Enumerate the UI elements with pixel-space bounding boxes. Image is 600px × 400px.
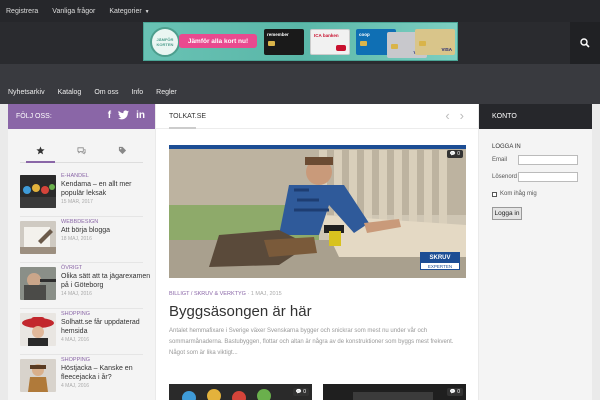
follow-bar: FÖLJ OSS: f in — [8, 104, 155, 129]
post-date: 14 MAJ, 2016 — [61, 291, 92, 297]
account-header: KONTO — [479, 104, 592, 129]
skruvexperten-logo: SKRUV EXPERTEN — [420, 252, 460, 270]
post-thumbnail[interactable] — [20, 175, 56, 208]
post-date: 4 MAJ, 2016 — [61, 337, 90, 343]
tab-comments[interactable] — [61, 139, 102, 162]
nav-item-om-oss[interactable]: Om oss — [94, 89, 118, 96]
list-item[interactable]: SHOPPING Solhatt.se får uppdaterad hemsi… — [20, 309, 143, 355]
chevron-down-icon: ▼ — [144, 8, 150, 15]
search-button[interactable] — [570, 22, 600, 64]
card-visa-gold: VISA — [415, 29, 455, 55]
site-header: JÄMFÖR KORTEN Jämför alla kort nu! remem… — [0, 22, 600, 64]
remember-label: Kom ihåg mig — [500, 191, 537, 197]
post-category[interactable]: SHOPPING — [61, 311, 153, 318]
post-title[interactable]: Solhatt.se får uppdaterad hemsida — [61, 318, 153, 336]
featured-meta: BILLIGT / SKRUV & VERKTYG · 1 MAJ, 2015 — [169, 291, 282, 297]
post-category[interactable]: E-HANDEL — [61, 173, 153, 180]
more-post-image[interactable]: 💬 0 — [323, 384, 466, 400]
list-item[interactable]: WEBBDESIGN Att börja blogga 18 MAJ, 2016 — [20, 217, 143, 263]
post-date: 4 MAJ, 2016 — [61, 383, 90, 389]
post-date: 18 MAJ, 2016 — [61, 236, 92, 242]
card-ica: ICA banken — [310, 29, 350, 55]
post-title[interactable]: Olika sätt att ta jägarexamen på i Göteb… — [61, 272, 153, 290]
login-heading: LOGGA IN — [492, 144, 521, 150]
post-thumbnail[interactable] — [20, 267, 56, 300]
search-icon — [580, 38, 590, 48]
top-bar: Registrera Vanliga frågor Kategorier ▼ — [0, 0, 600, 22]
list-item[interactable]: E-HANDEL Kendama – en allt mer populär l… — [20, 171, 143, 217]
password-field[interactable] — [518, 172, 578, 182]
featured-excerpt: Antalet hemmafixare i Sverige växer Sven… — [169, 328, 454, 356]
remember-me[interactable]: Kom ihåg mig — [492, 191, 537, 197]
register-link[interactable]: Registrera — [6, 8, 38, 15]
more-post-image[interactable]: 💬 0 — [169, 384, 312, 400]
banner-seal: JÄMFÖR KORTEN — [150, 27, 180, 57]
nav-item-regler[interactable]: Regler — [156, 89, 177, 96]
comment-count-badge[interactable]: 💬 0 — [446, 150, 463, 158]
email-field[interactable] — [518, 155, 578, 165]
comments-icon — [77, 147, 86, 155]
tab-popular[interactable] — [20, 139, 61, 163]
featured-image[interactable]: 💬 0 SKRUV EXPERTEN — [169, 145, 466, 278]
email-label: Email — [492, 157, 508, 163]
list-item[interactable]: ÖVRIGT Olika sätt att ta jägarexamen på … — [20, 263, 150, 309]
tab-tags[interactable] — [102, 139, 143, 162]
categories-menu[interactable]: Kategorier ▼ — [109, 8, 149, 15]
linkedin-icon[interactable]: in — [136, 110, 145, 124]
featured-date: 1 MAJ, 2015 — [250, 291, 282, 297]
post-list: E-HANDEL Kendama – en allt mer populär l… — [8, 163, 155, 400]
featured-categories[interactable]: BILLIGT / SKRUV & VERKTYG — [169, 291, 246, 297]
post-date: 15 MAR, 2017 — [61, 199, 93, 205]
password-label: Lösenord — [492, 174, 518, 180]
right-sidebar: KONTO LOGGA IN Email Lösenord Kom ihåg m… — [479, 104, 592, 400]
star-icon — [36, 146, 45, 155]
sidebar-tabs — [20, 139, 143, 163]
login-button[interactable]: Logga in — [492, 207, 522, 220]
remember-checkbox[interactable] — [492, 191, 497, 197]
post-thumbnail[interactable] — [20, 313, 56, 346]
list-item[interactable]: SHOPPING Höstjacka – Kanske en fleecejac… — [20, 355, 143, 400]
nav-item-nyhetsarkiv[interactable]: Nyhetsarkiv — [8, 89, 45, 96]
ad-banner[interactable]: JÄMFÖR KORTEN Jämför alla kort nu! remem… — [143, 22, 458, 61]
content-header: TOLKAT.SE ‹ › — [156, 104, 478, 129]
follow-label: FÖLJ OSS: — [16, 113, 52, 120]
categories-label: Kategorier — [109, 7, 142, 15]
faq-link[interactable]: Vanliga frågor — [52, 8, 95, 15]
banner-cta-button[interactable]: Jämför alla kort nu! — [179, 34, 257, 48]
post-title[interactable]: Att börja blogga — [61, 226, 153, 235]
post-title[interactable]: Kendama – en allt mer populär leksak — [61, 180, 153, 198]
prev-arrow-icon[interactable]: ‹ — [445, 109, 449, 123]
tags-icon — [118, 146, 127, 155]
post-category[interactable]: ÖVRIGT — [61, 265, 153, 272]
post-title[interactable]: Höstjacka – Kanske en fleecejacka i år? — [61, 364, 153, 382]
twitter-icon[interactable] — [118, 110, 130, 124]
comment-count-badge[interactable]: 💬 0 — [292, 388, 309, 396]
main-content: TOLKAT.SE ‹ › 💬 0 SKRUV EXPERTEN BILLIGT… — [156, 104, 478, 400]
post-thumbnail[interactable] — [20, 221, 56, 254]
card-remember: remember — [264, 29, 304, 55]
post-thumbnail[interactable] — [20, 359, 56, 392]
facebook-icon[interactable]: f — [108, 110, 111, 124]
post-category[interactable]: WEBBDESIGN — [61, 219, 153, 226]
page-title: TOLKAT.SE — [169, 112, 207, 120]
nav-item-info[interactable]: Info — [131, 89, 143, 96]
nav-item-katalog[interactable]: Katalog — [58, 89, 82, 96]
next-arrow-icon[interactable]: › — [460, 109, 464, 123]
left-sidebar: FÖLJ OSS: f in E-HANDEL Kendama – en all… — [8, 104, 155, 400]
main-nav: Nyhetsarkiv Katalog Om oss Info Regler — [0, 64, 600, 104]
post-category[interactable]: SHOPPING — [61, 357, 153, 364]
featured-title[interactable]: Byggsäsongen är här — [169, 303, 312, 320]
comment-count-badge[interactable]: 💬 0 — [446, 388, 463, 396]
